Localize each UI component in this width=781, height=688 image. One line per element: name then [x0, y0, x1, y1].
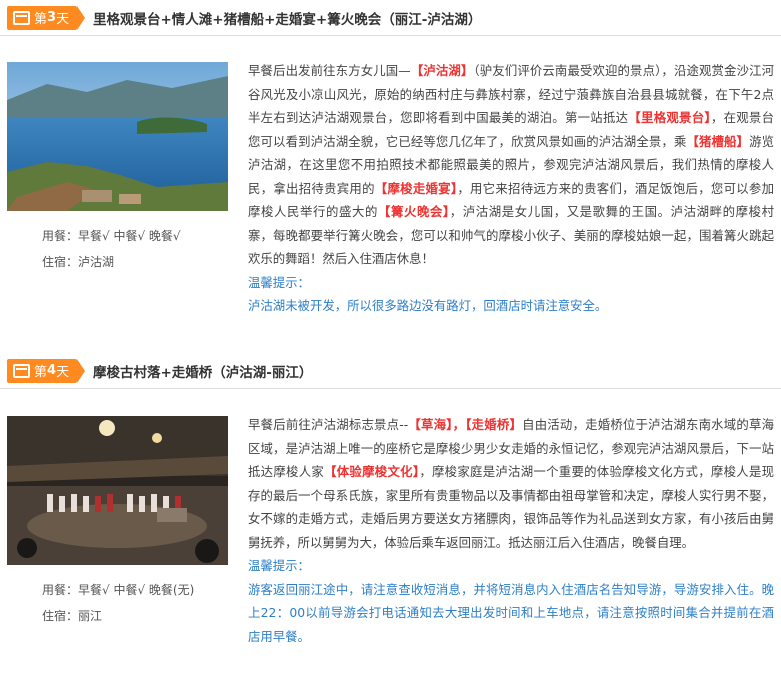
highlight-grass-sea: 【草海】， [408, 417, 466, 432]
meals-info: 用餐：早餐√ 中餐√ 晚餐(无) [42, 583, 195, 597]
day-description: 早餐后出发前往东方女儿国—【泸沽湖】（驴友们评价云南最受欢迎的景点），沿途观赏金… [248, 59, 774, 318]
highlight-lige-viewpoint: 【里格观景台】 [628, 110, 711, 125]
badge-prefix: 第 [34, 12, 48, 27]
day-badge: 第3天 [7, 5, 85, 30]
desc-text: 早餐后出发前往东方女儿国— [248, 63, 411, 78]
bonfire-dance-photo [7, 416, 228, 565]
day-title: 摩梭古村落+走婚桥（泸沽湖-丽江） [93, 364, 313, 381]
desc-text: 早餐后前往泸沽湖标志景点-- [248, 417, 409, 432]
highlight-bonfire-party: 【篝火晚会】 [377, 204, 450, 219]
day-header: 第3天 里格观景台+情人滩+猪槽船+走婚宴+篝火晚会（丽江-泸沽湖） [0, 0, 781, 36]
stay-info: 住宿：泸沽湖 [42, 255, 115, 269]
badge-prefix: 第 [34, 365, 48, 380]
tip-text: 游客返回丽江途中，请注意查收短消息，并将短消息内入住酒店名告知导游，导游安排入住… [248, 581, 774, 644]
day-description: 早餐后前往泸沽湖标志景点--【草海】，【走婚桥】自由活动，走婚桥位于泸沽湖东南水… [248, 413, 774, 648]
highlight-walking-marriage-bridge: 【走婚桥】 [465, 417, 523, 432]
meals-info: 用餐：早餐√ 中餐√ 晚餐√ [42, 229, 181, 243]
tip-title: 温馨提示： [248, 274, 310, 290]
day-number: 4 [47, 363, 57, 378]
highlight-lugu-lake: 【泸沽湖】 [410, 63, 474, 78]
highlight-pig-trough-boat: 【猪槽船】 [686, 133, 750, 149]
day-3-section: 第3天 里格观景台+情人滩+猪槽船+走婚宴+篝火晚会（丽江-泸沽湖） 用餐：早餐… [0, 0, 781, 353]
badge-suffix: 天 [56, 12, 70, 27]
calendar-icon [13, 363, 30, 378]
badge-suffix: 天 [56, 365, 70, 380]
day-title: 里格观景台+情人滩+猪槽船+走婚宴+篝火晚会（丽江-泸沽湖） [93, 11, 482, 28]
tip-title: 温馨提示： [248, 558, 310, 573]
highlight-mosuo-banquet: 【摩梭走婚宴】 [374, 180, 458, 196]
highlight-mosuo-culture: 【体验摩梭文化】 [324, 464, 420, 479]
day-header: 第4天 摩梭古村落+走婚桥（泸沽湖-丽江） [0, 353, 781, 389]
calendar-icon [13, 10, 30, 25]
day-number: 3 [47, 10, 57, 25]
day-badge: 第4天 [7, 358, 85, 383]
tip-text: 泸沽湖未被开发，所以很多路边没有路灯，回酒店时请注意安全。 [248, 298, 608, 313]
day-4-section: 第4天 摩梭古村落+走婚桥（泸沽湖-丽江） 用餐：早餐√ 中餐√ 晚餐(无) 住… [0, 353, 781, 688]
lugu-lake-photo [7, 62, 228, 211]
stay-info: 住宿：丽江 [42, 609, 103, 623]
